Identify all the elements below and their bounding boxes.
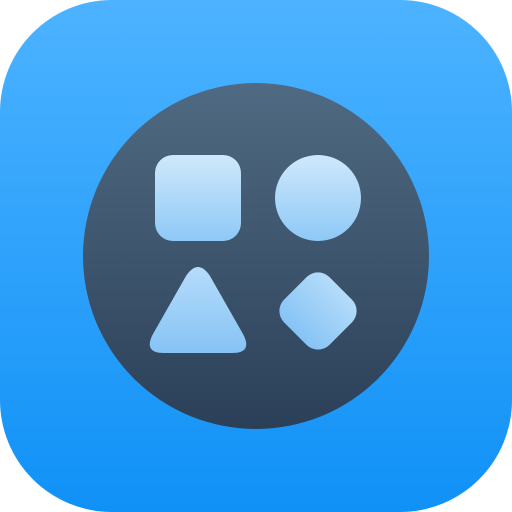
icon-disc — [83, 83, 429, 429]
circle-icon — [275, 155, 361, 241]
rounded-square-icon — [155, 155, 241, 241]
app-icon — [0, 0, 512, 512]
app-icon-graphic — [0, 0, 512, 512]
